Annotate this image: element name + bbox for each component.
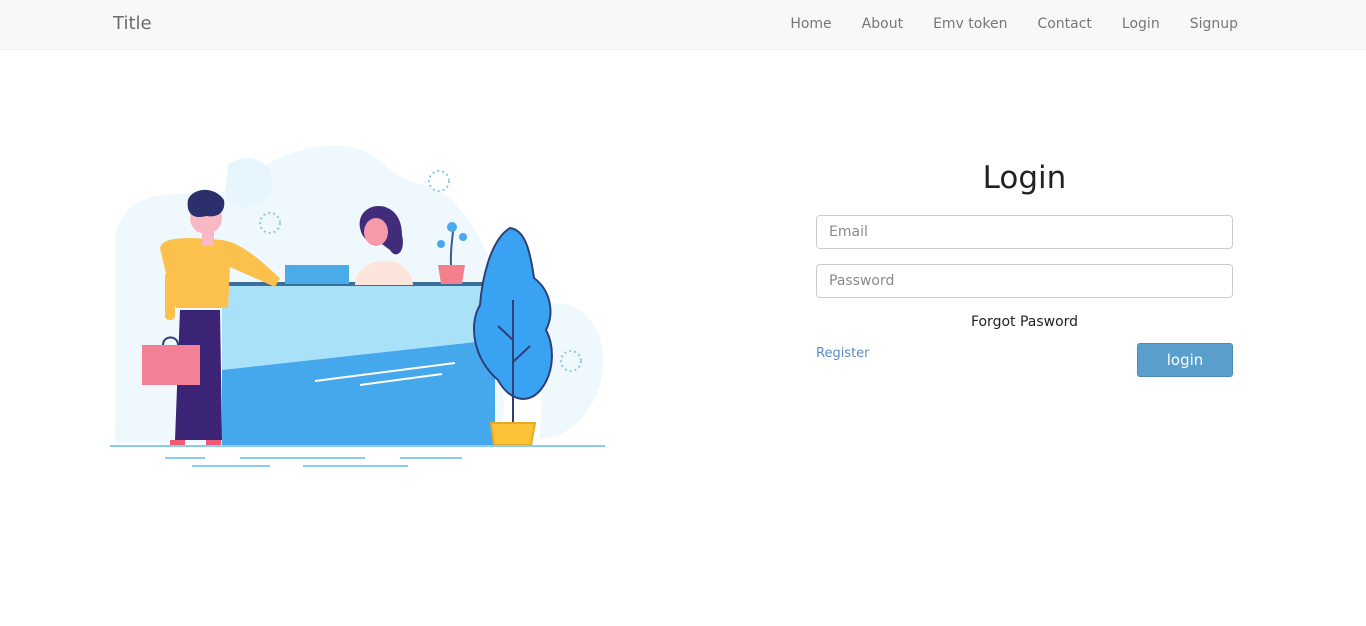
nav-contact[interactable]: Contact: [1037, 16, 1091, 32]
forgot-password-link[interactable]: Forgot Pasword: [816, 314, 1233, 330]
nav-login[interactable]: Login: [1122, 16, 1160, 32]
brand-title[interactable]: Title: [113, 13, 152, 34]
navbar: Title Home About Emv token Contact Login…: [0, 0, 1366, 50]
nav-about[interactable]: About: [862, 16, 903, 32]
register-link[interactable]: Register: [816, 346, 870, 361]
reception-illustration: [110, 145, 605, 467]
nav-home[interactable]: Home: [790, 16, 831, 32]
password-field[interactable]: [816, 264, 1233, 298]
nav-signup[interactable]: Signup: [1190, 16, 1238, 32]
login-title: Login: [982, 160, 1067, 196]
login-button[interactable]: login: [1137, 343, 1233, 377]
nav-emv-token[interactable]: Emv token: [933, 16, 1007, 32]
email-field[interactable]: [816, 215, 1233, 249]
nav-links: Home About Emv token Contact Login Signu…: [760, 16, 1238, 32]
